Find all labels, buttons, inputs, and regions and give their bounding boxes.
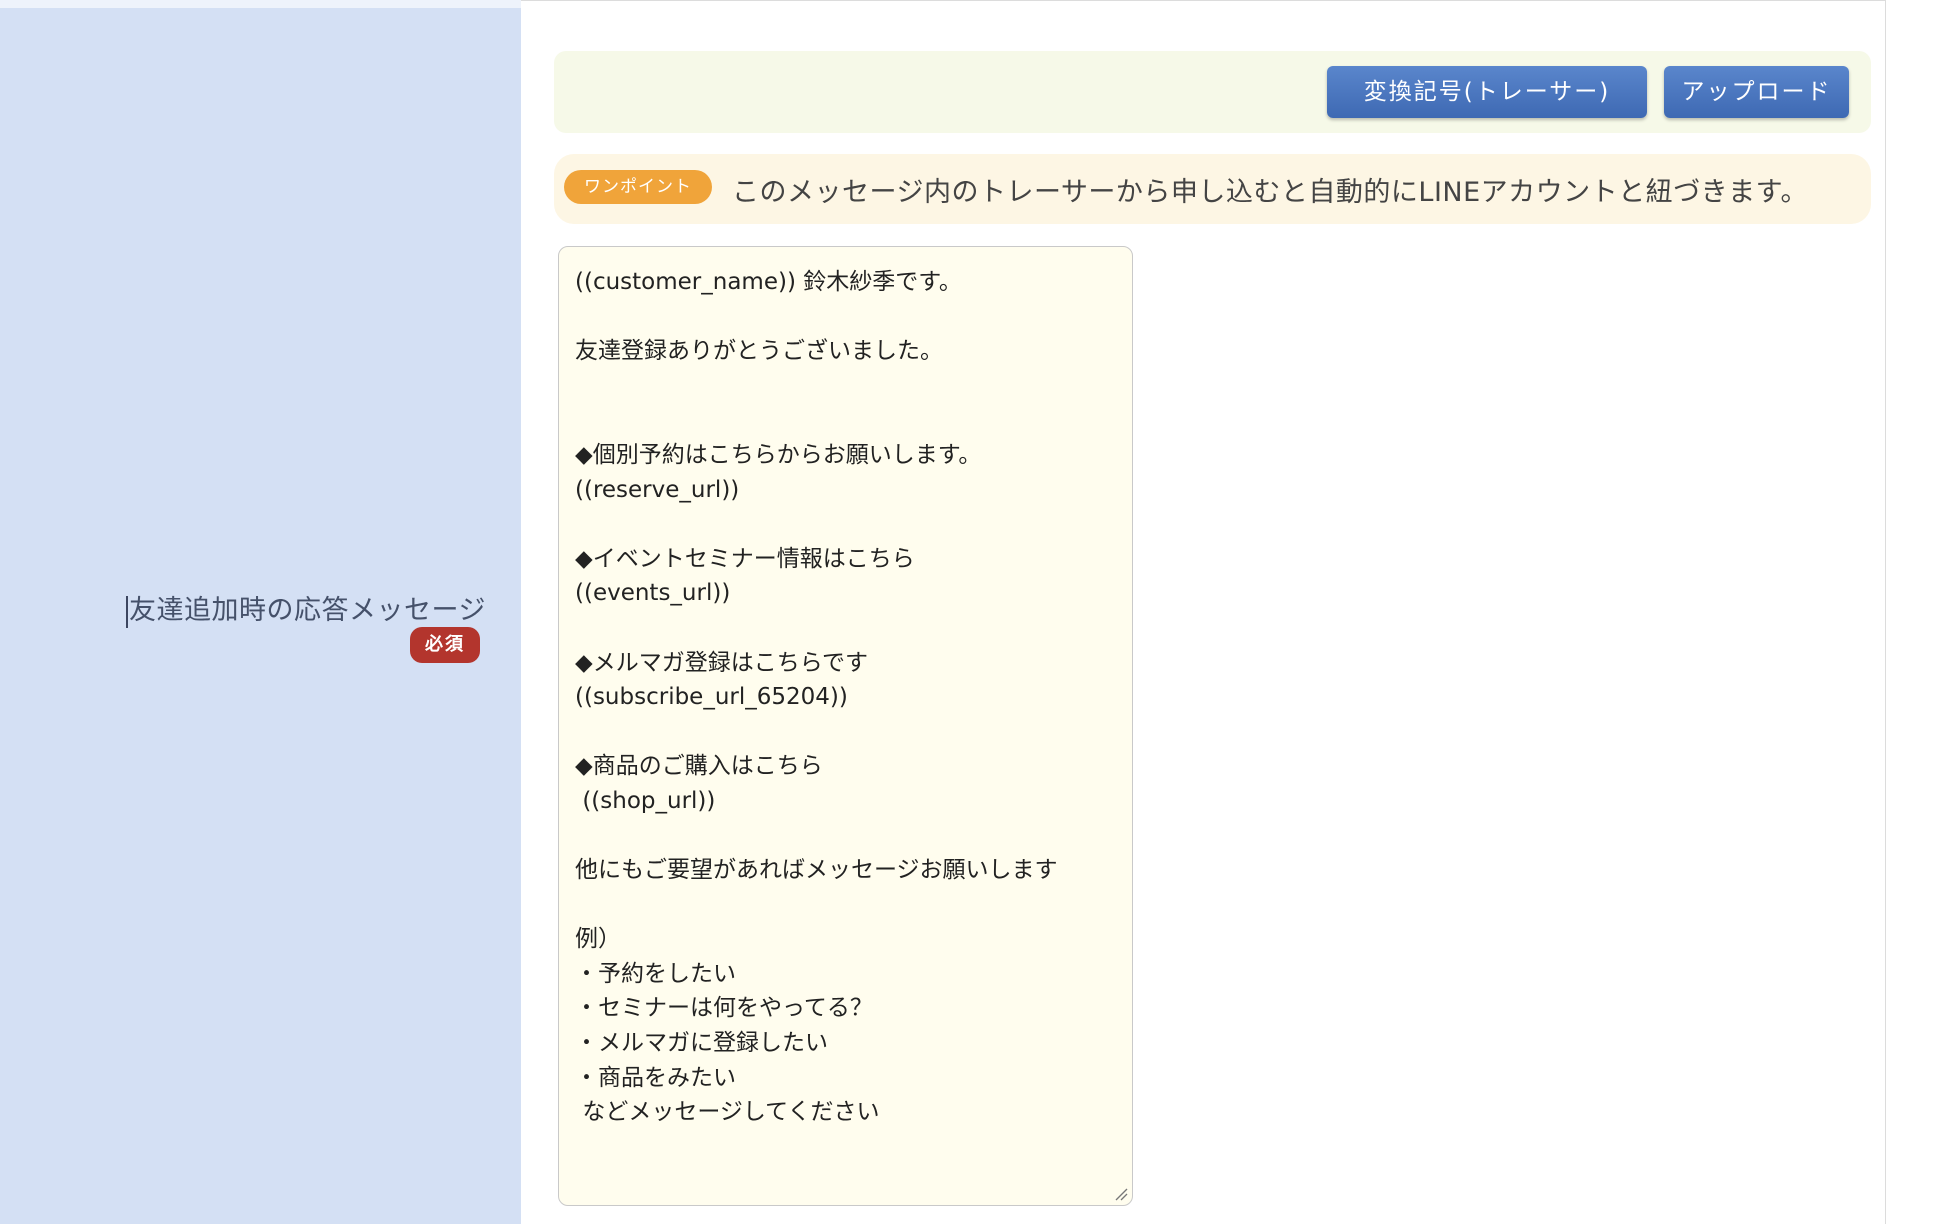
label-column-divider: [0, 0, 521, 8]
tracer-button[interactable]: 変換記号(トレーサー): [1327, 66, 1647, 118]
one-point-tip: ワンポイント このメッセージ内のトレーサーから申し込むと自動的にLINEアカウン…: [554, 154, 1871, 224]
response-message-textarea[interactable]: ((customer_name)) 鈴木紗季です。 友達登録ありがとうございまし…: [558, 246, 1133, 1206]
message-text: ((customer_name)) 鈴木紗季です。 友達登録ありがとうございまし…: [575, 269, 1058, 1126]
tip-badge: ワンポイント: [564, 170, 712, 204]
field-label-text: 友達追加時の応答メッセージ: [129, 595, 486, 626]
form-row: 友達追加時の応答メッセージ 必須 変換記号(トレーサー) アップロード ワンポイ…: [0, 0, 1952, 1224]
field-content: 変換記号(トレーサー) アップロード ワンポイント このメッセージ内のトレーサー…: [521, 0, 1886, 1224]
text-caret: [126, 595, 129, 628]
label-column: 友達追加時の応答メッセージ 必須: [0, 0, 521, 1224]
upload-button[interactable]: アップロード: [1664, 66, 1849, 118]
required-badge: 必須: [410, 627, 480, 663]
tip-text: このメッセージ内のトレーサーから申し込むと自動的にLINEアカウントと紐づきます…: [732, 177, 1808, 208]
resize-grip-icon[interactable]: [1114, 1187, 1128, 1201]
message-toolbar: 変換記号(トレーサー) アップロード: [554, 51, 1871, 133]
field-label: 友達追加時の応答メッセージ: [126, 588, 486, 628]
